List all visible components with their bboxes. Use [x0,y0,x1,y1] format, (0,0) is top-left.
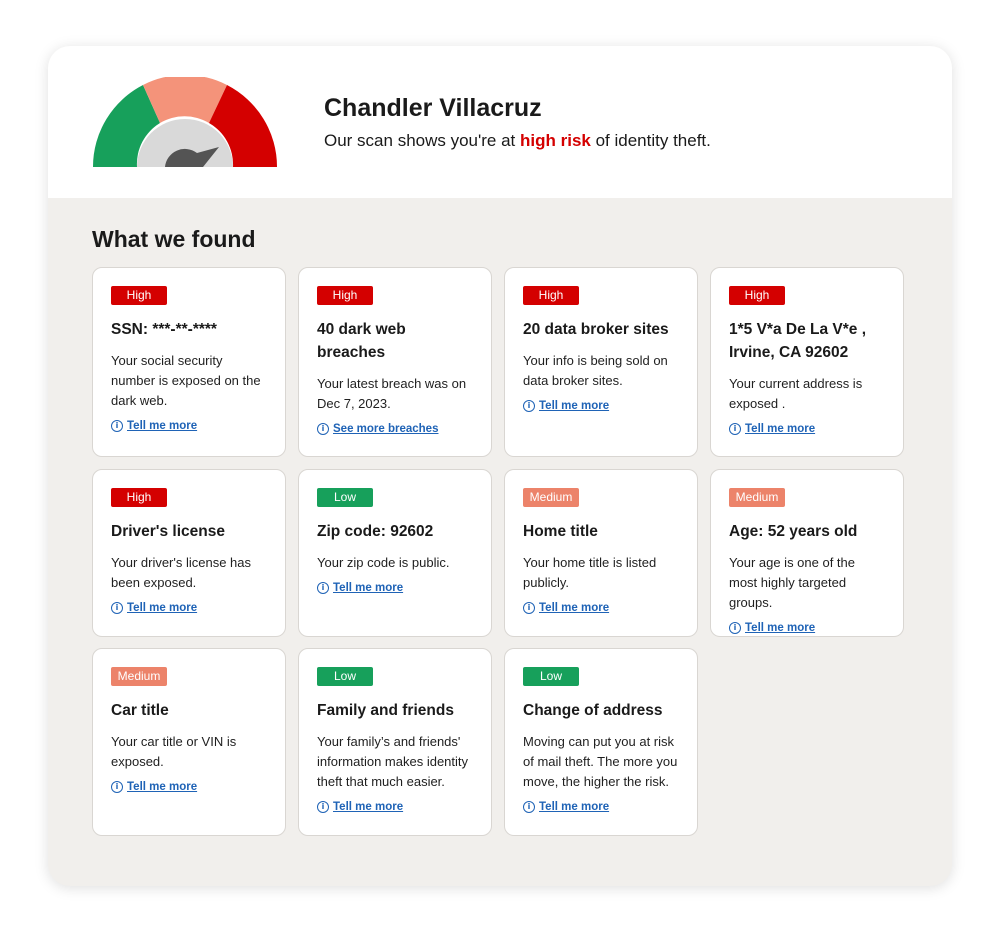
tell-me-more-link[interactable]: i Tell me more [111,781,267,793]
risk-badge: Low [523,667,579,686]
tell-me-more-link[interactable]: i Tell me more [523,602,679,614]
link-label[interactable]: Tell me more [333,582,403,594]
info-circle-icon: i [111,781,123,793]
info-circle-icon: i [523,602,535,614]
card-description: Your home title is listed publicly. [523,555,657,590]
risk-badge: High [729,286,785,305]
summary-suffix: of identity theft. [590,131,711,150]
link-label[interactable]: Tell me more [539,801,609,813]
tell-me-more-link[interactable]: i Tell me more [317,582,473,594]
card-title: Car title [111,702,169,719]
risk-badge: Medium [729,488,785,507]
card-title: 20 data broker sites [523,321,669,338]
card-title: Family and friends [317,702,454,719]
person-name: Chandler Villacruz [324,94,542,122]
risk-summary: Our scan shows you're at high risk of id… [324,131,711,151]
tell-me-more-link[interactable]: i Tell me more [523,400,679,412]
tell-me-more-link[interactable]: i Tell me more [111,420,267,432]
link-label[interactable]: See more breaches [333,423,438,435]
risk-badge: Medium [111,667,167,686]
info-circle-icon: i [729,622,741,634]
finding-card-address: High 1*5 V*a De La V*e , Irvine, CA 9260… [710,267,904,457]
card-description: Your car title or VIN is exposed. [111,734,237,769]
tell-me-more-link[interactable]: i Tell me more [317,801,473,813]
card-title: 40 dark web breaches [317,321,406,361]
info-circle-icon: i [317,582,329,594]
link-label[interactable]: Tell me more [127,781,197,793]
link-label[interactable]: Tell me more [127,420,197,432]
risk-badge: High [523,286,579,305]
info-circle-icon: i [111,602,123,614]
tell-me-more-link[interactable]: i Tell me more [523,801,679,813]
finding-card-ssn: High SSN: ***-**-**** Your social securi… [92,267,286,457]
finding-card-change-of-address: Low Change of address Moving can put you… [504,648,698,836]
finding-card-family-friends: Low Family and friends Your family’s and… [298,648,492,836]
report-header: Chandler Villacruz Our scan shows you're… [48,46,952,198]
summary-prefix: Our scan shows you're at [324,131,520,150]
card-description: Your age is one of the most highly targe… [729,555,856,610]
info-circle-icon: i [523,400,535,412]
finding-card-data-brokers: High 20 data broker sites Your info is b… [504,267,698,457]
risk-badge: Low [317,667,373,686]
card-description: Moving can put you at risk of mail theft… [523,734,678,789]
section-title: What we found [92,226,256,252]
finding-card-dark-web: High 40 dark web breaches Your latest br… [298,267,492,457]
risk-badge: Low [317,488,373,507]
tell-me-more-link[interactable]: i Tell me more [729,423,885,435]
identity-report-panel: Chandler Villacruz Our scan shows you're… [48,46,952,886]
finding-card-age: Medium Age: 52 years old Your age is one… [710,469,904,637]
card-title: Age: 52 years old [729,523,858,540]
info-circle-icon: i [317,801,329,813]
card-title: Home title [523,523,598,540]
card-description: Your family’s and friends' information m… [317,734,469,789]
card-description: Your driver's license has been exposed. [111,555,252,590]
link-label[interactable]: Tell me more [539,602,609,614]
info-circle-icon: i [111,420,123,432]
card-description: Your social security number is exposed o… [111,353,261,408]
link-label[interactable]: Tell me more [539,400,609,412]
risk-level-text: high risk [520,131,591,150]
see-more-breaches-link[interactable]: i See more breaches [317,423,473,435]
card-description: Your current address is exposed . [729,376,863,411]
finding-card-drivers-license: High Driver's license Your driver's lice… [92,469,286,637]
info-circle-icon: i [523,801,535,813]
finding-card-zip-code: Low Zip code: 92602 Your zip code is pub… [298,469,492,637]
card-title: SSN: ***-**-**** [111,321,217,338]
tell-me-more-link[interactable]: i Tell me more [111,602,267,614]
risk-gauge-icon [92,77,278,167]
risk-badge: High [111,286,167,305]
link-label[interactable]: Tell me more [745,622,815,634]
card-description: Your latest breach was on Dec 7, 2023. [317,376,467,411]
card-description: Your info is being sold on data broker s… [523,353,668,388]
tell-me-more-link[interactable]: i Tell me more [729,622,885,634]
finding-card-home-title: Medium Home title Your home title is lis… [504,469,698,637]
info-circle-icon: i [317,423,329,435]
card-title: Driver's license [111,523,225,540]
link-label[interactable]: Tell me more [127,602,197,614]
finding-card-car-title: Medium Car title Your car title or VIN i… [92,648,286,836]
info-circle-icon: i [729,423,741,435]
link-label[interactable]: Tell me more [333,801,403,813]
risk-badge: High [317,286,373,305]
card-title: 1*5 V*a De La V*e , Irvine, CA 92602 [729,321,866,361]
card-title: Zip code: 92602 [317,523,434,540]
risk-badge: Medium [523,488,579,507]
card-description: Your zip code is public. [317,555,450,570]
risk-badge: High [111,488,167,507]
card-title: Change of address [523,702,663,719]
link-label[interactable]: Tell me more [745,423,815,435]
